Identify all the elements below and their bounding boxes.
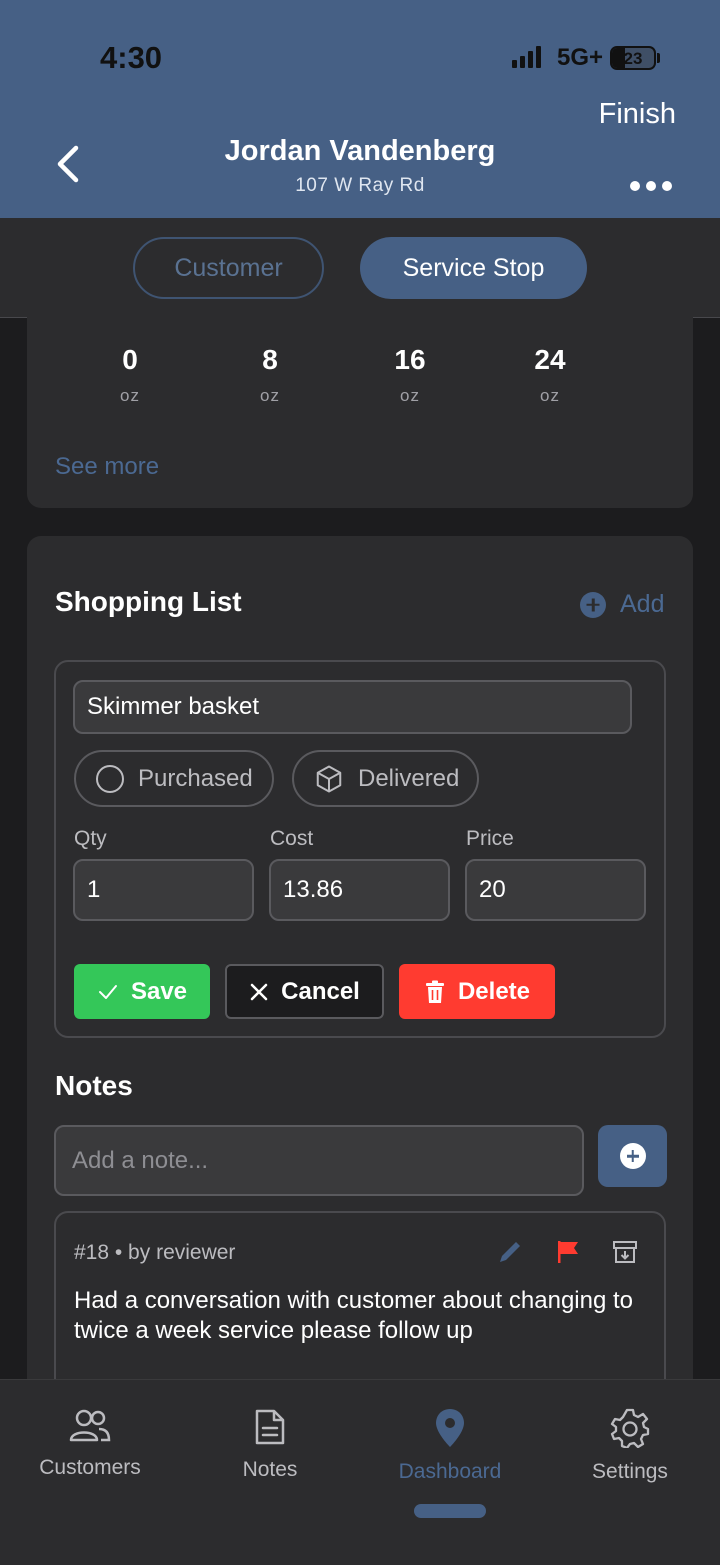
dosage-tick[interactable]: 16 oz	[370, 344, 450, 406]
users-icon	[69, 1409, 111, 1442]
delivered-toggle[interactable]: Delivered	[292, 750, 479, 807]
battery-icon: 23	[610, 46, 656, 70]
circle-icon	[96, 764, 124, 793]
home-indicator[interactable]	[414, 1504, 486, 1518]
notes-title: Notes	[55, 1070, 133, 1101]
dosage-value: 16	[394, 344, 426, 375]
dosage-tick[interactable]: 0 oz	[90, 344, 170, 406]
close-icon	[250, 983, 268, 1000]
add-label: Add	[620, 590, 665, 618]
cancel-label: Cancel	[281, 977, 360, 1005]
dosage-tick[interactable]: 24 oz	[510, 344, 590, 406]
shopping-list-title: Shopping List	[55, 586, 242, 617]
battery-tip	[657, 53, 660, 63]
network-label: 5G+	[557, 44, 604, 71]
price-input[interactable]: 20	[465, 859, 646, 921]
document-icon	[255, 1409, 285, 1445]
archive-icon[interactable]	[611, 1238, 639, 1266]
trash-icon	[425, 980, 444, 1003]
qty-label: Qty	[74, 827, 107, 850]
add-note-button[interactable]	[598, 1125, 667, 1187]
status-time: 4:30	[100, 40, 163, 75]
tab-service-stop[interactable]: Service Stop	[360, 237, 587, 299]
nav-label: Notes	[242, 1458, 298, 1481]
check-icon	[98, 984, 117, 999]
gear-icon	[610, 1408, 650, 1448]
save-label: Save	[130, 977, 188, 1005]
note-meta: #18 • by reviewer	[74, 1241, 236, 1264]
nav-label: Customers	[39, 1456, 141, 1479]
dosage-unit: oz	[260, 386, 280, 405]
delete-button[interactable]: Delete	[399, 964, 555, 1019]
plus-circle-icon	[619, 1143, 646, 1169]
dosage-value: 8	[262, 344, 278, 375]
dosage-unit: oz	[120, 386, 140, 405]
note-input[interactable]	[54, 1125, 584, 1196]
nav-label: Dashboard	[398, 1460, 502, 1483]
item-name-input[interactable]: Skimmer basket	[73, 680, 632, 734]
dosage-unit: oz	[400, 386, 420, 405]
add-item-button[interactable]: Add	[580, 590, 664, 619]
nav-dashboard[interactable]: Dashboard	[360, 1408, 540, 1484]
plus-circle-icon	[580, 591, 606, 618]
finish-button[interactable]: Finish	[599, 98, 676, 131]
battery-level: 23	[623, 49, 643, 68]
price-label: Price	[466, 827, 514, 850]
signal-icon	[512, 46, 541, 68]
qty-input[interactable]: 1	[73, 859, 254, 921]
dosage-value: 24	[534, 344, 566, 375]
cost-label: Cost	[270, 827, 314, 850]
delete-label: Delete	[457, 977, 531, 1005]
nav-label: Settings	[592, 1460, 668, 1483]
cost-input[interactable]: 13.86	[269, 859, 450, 921]
page-title: Jordan Vandenberg	[224, 135, 496, 167]
save-button[interactable]: Save	[74, 964, 210, 1019]
nav-customers[interactable]: Customers	[0, 1408, 180, 1480]
nav-settings[interactable]: Settings	[540, 1408, 720, 1484]
flag-icon[interactable]	[554, 1238, 582, 1266]
map-pin-icon	[436, 1409, 464, 1447]
nav-notes[interactable]: Notes	[180, 1408, 360, 1482]
dosage-unit: oz	[540, 386, 560, 405]
note-text: Had a conversation with customer about c…	[74, 1287, 633, 1344]
page-subtitle: 107 W Ray Rd	[295, 175, 425, 196]
more-options-icon[interactable]	[630, 181, 672, 191]
pencil-icon[interactable]	[496, 1238, 524, 1266]
header: 4:30 5G+ 23 Finish Jordan Vandenberg 107…	[0, 0, 720, 218]
cancel-button[interactable]: Cancel	[225, 964, 384, 1019]
purchased-label: Purchased	[138, 764, 253, 792]
box-icon	[316, 765, 342, 792]
dosage-tick[interactable]: 8 oz	[230, 344, 310, 406]
purchased-toggle[interactable]: Purchased	[74, 750, 274, 807]
delivered-label: Delivered	[358, 764, 460, 792]
see-more-link[interactable]: See more	[55, 453, 159, 481]
tab-customer[interactable]: Customer	[133, 237, 324, 299]
dosage-value: 0	[122, 344, 138, 375]
